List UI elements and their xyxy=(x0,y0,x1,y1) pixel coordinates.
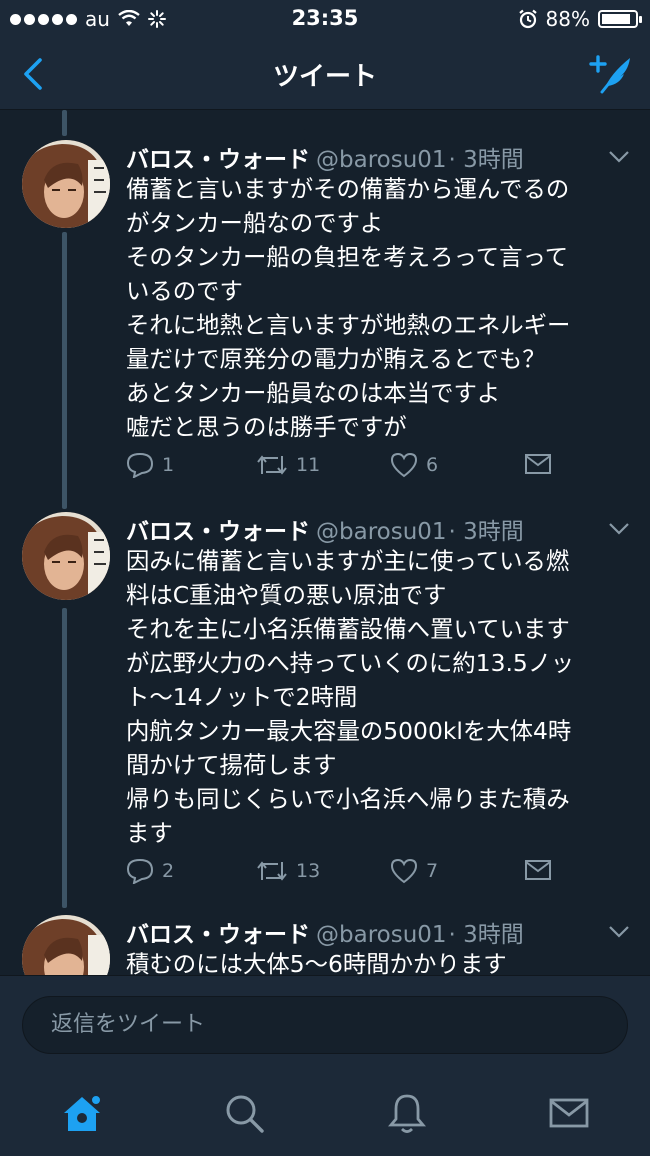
reply-button[interactable]: 2 xyxy=(126,858,174,884)
display-name[interactable]: バロス・ウォード xyxy=(126,519,310,545)
tweet-text-line: あとタンカー船員なのは本当ですよ xyxy=(126,379,501,407)
retweet-count: 11 xyxy=(296,454,321,476)
tweet-text-line: がタンカー船なのですよ xyxy=(126,209,384,237)
tweet-text-line: いるのです xyxy=(126,277,243,305)
reply-icon xyxy=(126,452,154,478)
tweet[interactable]: バロス・ウォード @barosu01· 3時間 積むのには大体5～6時間かかります xyxy=(0,915,650,975)
chevron-down-icon[interactable] xyxy=(608,925,630,939)
thread-connector-line xyxy=(62,110,67,136)
avatar[interactable] xyxy=(22,512,110,600)
compose-tweet-icon[interactable] xyxy=(588,52,634,94)
display-name[interactable]: バロス・ウォード xyxy=(126,922,310,948)
envelope-icon xyxy=(525,454,551,474)
tweet-text-line: が広野火力のへ持っていくのに約13.5ノッ xyxy=(126,649,575,677)
battery-icon xyxy=(598,10,642,28)
retweet-button[interactable]: 11 xyxy=(256,452,320,478)
tweet-text-line: ます xyxy=(126,819,173,847)
heart-icon xyxy=(390,858,418,884)
status-bar: au 23:35 88% xyxy=(0,0,650,38)
envelope-icon xyxy=(525,860,551,880)
like-count: 6 xyxy=(426,454,439,476)
retweet-button[interactable]: 13 xyxy=(256,858,320,884)
tweet-time: · 3時間 xyxy=(448,922,524,948)
like-count: 7 xyxy=(426,860,439,882)
tweet-text-line: 間かけて揚荷します xyxy=(126,751,337,779)
chevron-down-icon[interactable] xyxy=(608,150,630,164)
user-handle[interactable]: @barosu01 xyxy=(316,922,447,948)
retweet-icon xyxy=(257,455,287,475)
alarm-clock-icon xyxy=(518,9,537,29)
tweet-text-line: それに地熱と言いますが地熱のエネルギー xyxy=(126,311,571,339)
direct-message-button[interactable] xyxy=(524,858,552,882)
page-title: ツイート xyxy=(272,62,377,92)
tweet-text: 積むのには大体5～6時間かかります xyxy=(126,947,626,975)
tweet-actions: 2 13 7 xyxy=(126,858,566,888)
tweet[interactable]: バロス・ウォード @barosu01· 3時間 因みに備蓄と言いますが主に使ってい… xyxy=(0,512,650,912)
home-icon[interactable] xyxy=(60,1091,104,1135)
tweet-header: バロス・ウォード @barosu01· 3時間 xyxy=(126,140,524,174)
tweet-header: バロス・ウォード @barosu01· 3時間 xyxy=(126,512,524,546)
tweet-text-line: 嘘だと思うのは勝手ですが xyxy=(126,413,407,441)
reply-input[interactable]: 返信をツイート xyxy=(22,996,628,1054)
display-name[interactable]: バロス・ウォード xyxy=(126,147,310,173)
tab-bar xyxy=(0,1063,650,1156)
retweet-count: 13 xyxy=(296,860,321,882)
like-button[interactable]: 6 xyxy=(390,452,438,478)
reply-count: 2 xyxy=(162,860,175,882)
tweet-text: 因みに備蓄と言いますが主に使っている燃 料はC重油や質の悪い原油です それを主に… xyxy=(126,544,626,850)
tweet-text-line: 積むのには大体5～6時間かかります xyxy=(126,950,507,975)
tweet-text-line: そのタンカー船の負担を考えろって言って xyxy=(126,243,569,271)
tweet-text: 備蓄と言いますがその備蓄から運んでるの がタンカー船なのですよ そのタンカー船の… xyxy=(126,172,626,444)
search-icon[interactable] xyxy=(222,1091,266,1135)
direct-message-button[interactable] xyxy=(524,452,552,476)
tweet-actions: 1 11 6 xyxy=(126,452,566,482)
tweet-text-line: 量だけで原発分の電力が賄えるとでも？ xyxy=(126,345,546,373)
tweet-text-line: 備蓄と言いますがその備蓄から運んでるの xyxy=(126,175,570,203)
tweet-time: · 3時間 xyxy=(448,519,524,545)
avatar[interactable] xyxy=(22,915,110,975)
tweet-text-line: ト～14ノットで2時間 xyxy=(126,683,358,711)
tweet-text-line: 因みに備蓄と言いますが主に使っている燃 xyxy=(126,547,570,575)
reply-count: 1 xyxy=(162,454,175,476)
user-handle[interactable]: @barosu01 xyxy=(316,147,447,173)
avatar[interactable] xyxy=(22,140,110,228)
tweet-text-line: それを主に小名浜備蓄設備へ置いています xyxy=(126,615,570,643)
reply-composer: 返信をツイート xyxy=(0,975,650,1063)
reply-button[interactable]: 1 xyxy=(126,452,174,478)
chevron-down-icon[interactable] xyxy=(608,522,630,536)
tweet-thread: バロス・ウォード @barosu01· 3時間 備蓄と言いますがその備蓄から運んで… xyxy=(0,110,650,975)
messages-envelope-icon[interactable] xyxy=(547,1091,591,1135)
tweet-text-line: 料はC重油や質の悪い原油です xyxy=(126,581,447,609)
retweet-icon xyxy=(257,861,287,881)
notifications-bell-icon[interactable] xyxy=(385,1091,429,1135)
like-button[interactable]: 7 xyxy=(390,858,438,884)
navigation-bar: ツイート xyxy=(0,38,650,110)
reply-icon xyxy=(126,858,154,884)
tweet-text-line: 帰りも同じくらいで小名浜へ帰りまた積み xyxy=(126,785,570,813)
tweet-text-line: 内航タンカー最大容量の5000klを大体4時 xyxy=(126,717,572,745)
status-right: 88% xyxy=(518,7,642,31)
tweet[interactable]: バロス・ウォード @barosu01· 3時間 備蓄と言いますがその備蓄から運んで… xyxy=(0,140,650,510)
user-handle[interactable]: @barosu01 xyxy=(316,519,447,545)
tweet-time: · 3時間 xyxy=(448,147,524,173)
battery-percent: 88% xyxy=(545,7,590,31)
tweet-header: バロス・ウォード @barosu01· 3時間 xyxy=(126,915,524,949)
heart-icon xyxy=(390,452,418,478)
